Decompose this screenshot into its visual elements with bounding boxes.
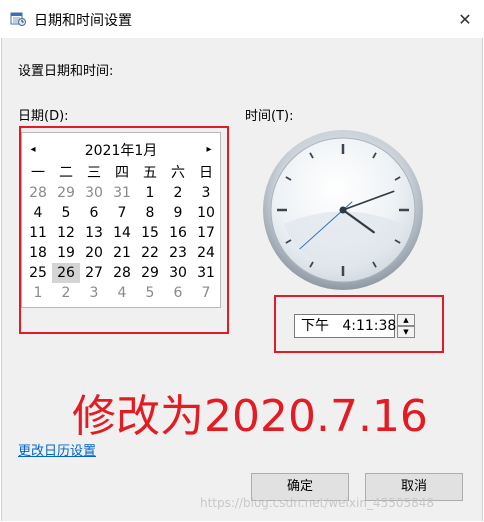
annotation-text: 修改为2020.7.16 — [72, 391, 428, 442]
window-title: 日期和时间设置 — [34, 13, 132, 29]
highlight-box-time — [274, 295, 444, 353]
close-icon: ✕ — [458, 9, 472, 29]
time-label: 时间(T): — [245, 109, 294, 124]
calendar-clock-icon — [10, 12, 26, 26]
instruction-text: 设置日期和时间: — [18, 64, 114, 79]
title-bar: 日期和时间设置 ✕ — [0, 0, 484, 38]
clock-center — [339, 206, 347, 214]
date-label: 日期(D): — [18, 109, 69, 124]
watermark-text: https://blog.csdn.net/weixin_45505848 — [200, 496, 435, 510]
analog-clock — [263, 130, 423, 290]
highlight-box-calendar — [19, 126, 229, 334]
close-button[interactable]: ✕ — [446, 0, 484, 38]
change-calendar-settings-link[interactable]: 更改日历设置 — [18, 440, 96, 459]
